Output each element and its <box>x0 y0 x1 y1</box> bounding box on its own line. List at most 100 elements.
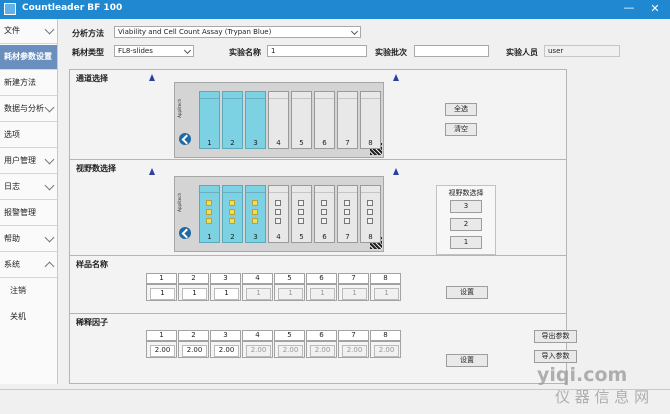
fov-well[interactable]: 5 <box>291 185 312 243</box>
field-of-view-square[interactable] <box>344 209 350 215</box>
fov-well[interactable]: 4 <box>268 185 289 243</box>
field-of-view-square[interactable] <box>298 218 304 224</box>
select-all-button[interactable]: 全选 <box>445 103 477 116</box>
dilution-set-button[interactable]: 设置 <box>446 354 488 367</box>
channel-well[interactable]: 2 <box>222 91 243 149</box>
field-of-view-square[interactable] <box>252 218 258 224</box>
field-of-view-square[interactable] <box>206 200 212 206</box>
dilution-section-title: 稀释因子 <box>76 318 108 327</box>
sidebar-item[interactable]: 帮助 <box>0 227 57 252</box>
grid-header-cell: 3 <box>210 330 241 341</box>
field-of-view-square[interactable] <box>367 209 373 215</box>
field-of-view-square[interactable] <box>252 200 258 206</box>
fov-well[interactable]: 3 <box>245 185 266 243</box>
exp-batch-input[interactable] <box>414 45 489 57</box>
sidebar-item[interactable]: 注销 <box>0 279 57 304</box>
method-dropdown[interactable]: Viability and Cell Count Assay (Trypan B… <box>114 26 361 38</box>
sidebar-item-label: 选项 <box>4 130 20 139</box>
fov-well[interactable]: 8 <box>360 185 381 243</box>
sample-name-input[interactable]: 1 <box>182 288 207 300</box>
field-of-view-square[interactable] <box>367 218 373 224</box>
sample-name-input[interactable]: 1 <box>150 288 175 300</box>
exp-name-label: 实验名称 <box>229 48 261 57</box>
grid-input-cell[interactable]: 1 <box>210 284 241 301</box>
well-cap <box>223 92 242 99</box>
field-of-view-square[interactable] <box>229 200 235 206</box>
field-of-view-square[interactable] <box>275 218 281 224</box>
clear-button[interactable]: 清空 <box>445 123 477 136</box>
field-of-view-square[interactable] <box>298 209 304 215</box>
sample-name-input[interactable]: 1 <box>214 288 239 300</box>
field-of-view-square[interactable] <box>252 209 258 215</box>
sidebar-item[interactable]: 关机 <box>0 305 57 330</box>
dilution-factor-input[interactable]: 2.00 <box>214 345 239 357</box>
field-of-view-square[interactable] <box>344 218 350 224</box>
channel-well[interactable]: 1 <box>199 91 220 149</box>
grid-input-cell[interactable]: 1 <box>178 284 209 301</box>
field-of-view-square[interactable] <box>275 209 281 215</box>
grid-input-cell[interactable]: 1 <box>146 284 177 301</box>
fov-well[interactable]: 2 <box>222 185 243 243</box>
sidebar-item[interactable]: 数据与分析 <box>0 97 57 122</box>
consumable-dropdown[interactable]: FL8-slides <box>114 45 194 57</box>
well-cap <box>338 92 357 99</box>
field-of-view-square[interactable] <box>229 218 235 224</box>
field-of-view-square[interactable] <box>367 200 373 206</box>
sidebar-item[interactable]: 文件 <box>0 19 57 44</box>
grid-input-cell: 2.00 <box>242 341 273 358</box>
channel-well[interactable]: 4 <box>268 91 289 149</box>
well-cap <box>338 186 357 193</box>
channel-well[interactable]: 7 <box>337 91 358 149</box>
import-params-button[interactable]: 导入参数 <box>534 350 577 363</box>
channel-well[interactable]: 8 <box>360 91 381 149</box>
sample-name-input: 1 <box>342 288 367 300</box>
grid-input-cell: 1 <box>274 284 305 301</box>
field-of-view-square[interactable] <box>321 200 327 206</box>
well-number: 8 <box>368 139 373 147</box>
sidebar-item[interactable]: 系统 <box>0 253 57 278</box>
field-of-view-square[interactable] <box>275 200 281 206</box>
sidebar-item[interactable]: 新建方法 <box>0 71 57 96</box>
grid-input-cell[interactable]: 2.00 <box>146 341 177 358</box>
grid-input-cell[interactable]: 2.00 <box>210 341 241 358</box>
fov-option-button[interactable]: 2 <box>450 218 482 231</box>
fov-well[interactable]: 1 <box>199 185 220 243</box>
consumable-value: FL8-slides <box>118 47 153 55</box>
sample-name-input: 1 <box>278 288 303 300</box>
sidebar-item[interactable]: 耗材参数设置 <box>0 45 57 70</box>
sidebar-item[interactable]: 报警管理 <box>0 201 57 226</box>
sample-name-input: 1 <box>310 288 335 300</box>
channel-well[interactable]: 5 <box>291 91 312 149</box>
channel-well[interactable]: 3 <box>245 91 266 149</box>
fov-option-button[interactable]: 3 <box>450 200 482 213</box>
grid-input-cell[interactable]: 2.00 <box>178 341 209 358</box>
fov-well[interactable]: 6 <box>314 185 335 243</box>
channel-well[interactable]: 6 <box>314 91 335 149</box>
field-of-view-square[interactable] <box>229 209 235 215</box>
exp-name-input[interactable]: 1 <box>267 45 367 57</box>
sidebar-item[interactable]: 选项 <box>0 123 57 148</box>
sample-set-button[interactable]: 设置 <box>446 286 488 299</box>
fov-well[interactable]: 7 <box>337 185 358 243</box>
chevron-down-icon <box>44 102 55 113</box>
minimize-button[interactable]: — <box>622 2 636 16</box>
slide-brand: Applitech <box>177 93 197 155</box>
grid-input-cell: 2.00 <box>306 341 337 358</box>
fov-option-button[interactable]: 1 <box>450 236 482 249</box>
sidebar-item[interactable]: 日志 <box>0 175 57 200</box>
chevron-down-icon <box>44 180 55 191</box>
close-button[interactable]: ✕ <box>648 2 662 16</box>
dilution-factor-input[interactable]: 2.00 <box>182 345 207 357</box>
field-of-view-square[interactable] <box>206 218 212 224</box>
field-of-view-square[interactable] <box>206 209 212 215</box>
sidebar-item[interactable]: 用户管理 <box>0 149 57 174</box>
field-of-view-square[interactable] <box>321 218 327 224</box>
fov-section-title: 视野数选择 <box>76 164 116 173</box>
grid-header-cell: 1 <box>146 330 177 341</box>
field-of-view-square[interactable] <box>344 200 350 206</box>
well-number: 7 <box>345 233 350 241</box>
export-params-button[interactable]: 导出参数 <box>534 330 577 343</box>
field-of-view-square[interactable] <box>321 209 327 215</box>
dilution-factor-input[interactable]: 2.00 <box>150 345 175 357</box>
field-of-view-square[interactable] <box>298 200 304 206</box>
